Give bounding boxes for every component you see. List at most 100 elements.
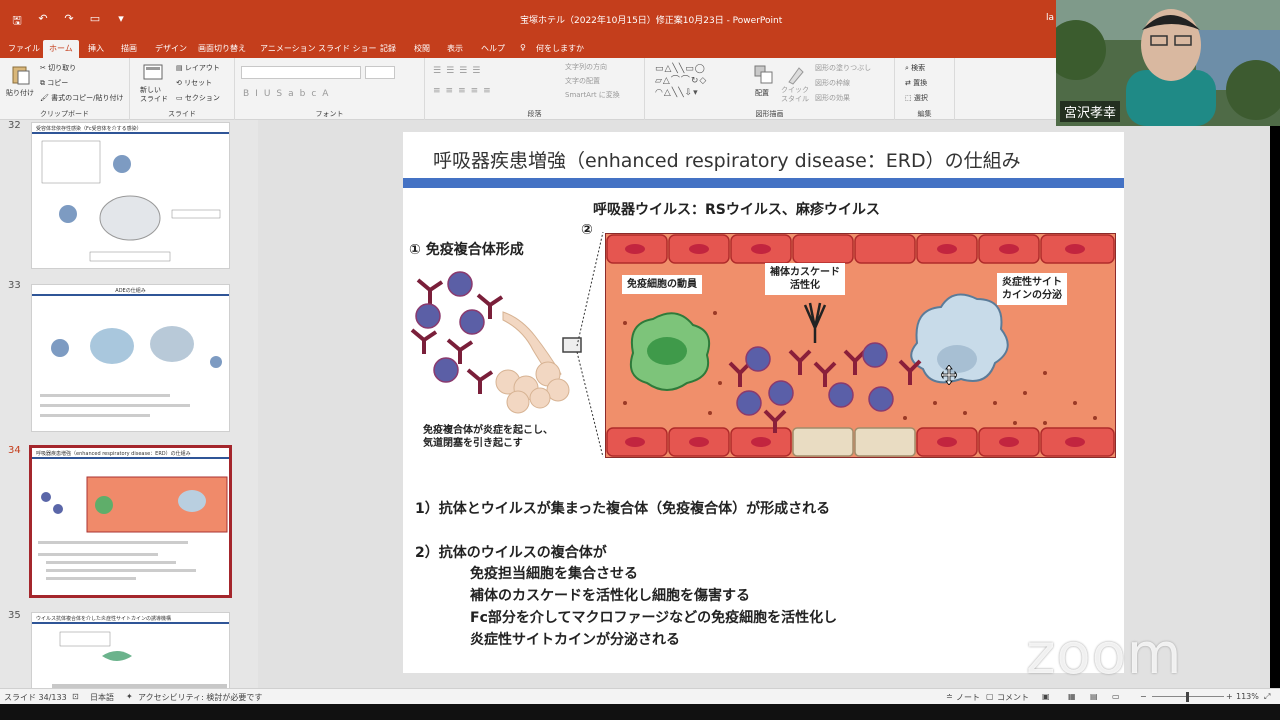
bottom-edge	[0, 704, 1280, 720]
complement-cascade-label[interactable]: 補体カスケード 活性化	[765, 263, 845, 295]
smartart-button[interactable]: SmartArt に変換	[565, 90, 620, 100]
tell-me-search[interactable]: 何をしますか	[536, 43, 584, 54]
participant-video[interactable]: 宮沢孝幸	[1056, 0, 1280, 126]
copy-button[interactable]: ⧉ コピー	[40, 78, 68, 88]
cytokine-secretion-label[interactable]: 炎症性サイト カインの分泌	[997, 273, 1067, 305]
slide-title[interactable]: 呼吸器疾患増強（enhanced respiratory disease：ERD…	[433, 146, 1021, 173]
point-2[interactable]: 2）抗体のウイルスの複合体が	[415, 542, 607, 562]
shape-outline-button[interactable]: 図形の枠線	[815, 78, 850, 88]
accessibility-status[interactable]: アクセシビリティ: 検討が必要です	[138, 692, 262, 703]
immune-cell-recruitment-label[interactable]: 免疫細胞の動員	[622, 275, 702, 294]
editing-group: ⌕ 検索 ⇄ 置換 ⬚ 選択 編集	[895, 58, 955, 120]
new-slide-button[interactable]: 新しい スライド	[140, 86, 168, 104]
arrange-button[interactable]: 配置	[755, 88, 769, 98]
notes-icon[interactable]: ≐	[946, 692, 953, 701]
tab-home[interactable]: ホーム	[43, 40, 79, 58]
slide-number: 33	[8, 280, 21, 291]
quick-styles-button[interactable]: クイック スタイル	[781, 86, 809, 104]
tab-insert[interactable]: 挿入	[88, 43, 104, 54]
point-2-line[interactable]: 免疫担当細胞を集合させる	[470, 563, 638, 583]
paste-icon[interactable]	[10, 64, 32, 86]
replace-button[interactable]: ⇄ 置換	[905, 78, 927, 88]
user-name[interactable]: la	[1046, 13, 1054, 23]
point-2-line[interactable]: 炎症性サイトカインが分泌される	[470, 629, 680, 649]
undo-icon[interactable]: ↶	[36, 12, 50, 31]
tab-record[interactable]: 記録	[380, 43, 396, 54]
cut-button[interactable]: ✂ 切り取り	[40, 63, 76, 73]
drawing-group: ▭△╲╲▭◯ ▱△⌒⌒↻◇ ◠△╲╲⇩▾ 配置 クイック スタイル 図形の塗りつぶし…	[645, 58, 895, 120]
text-direction-button[interactable]: 文字列の方向	[565, 62, 607, 72]
canvas-scrollbar[interactable]	[1260, 120, 1270, 688]
point-1[interactable]: 1）抗体とウイルスが集まった複合体（免疫複合体）が形成される	[415, 498, 830, 518]
font-size-select[interactable]	[365, 66, 395, 79]
slide: 呼吸器疾患増強（enhanced respiratory disease：ERD…	[403, 132, 1124, 673]
new-slide-icon[interactable]	[142, 62, 164, 84]
zoom-level[interactable]: 113%	[1236, 692, 1259, 701]
section1-heading[interactable]: ① 免疫複合体形成	[409, 239, 524, 259]
tab-file[interactable]: ファイル	[8, 43, 40, 54]
point-2-line[interactable]: 補体のカスケードを活性化し細胞を傷害する	[470, 585, 750, 605]
notes-button[interactable]: ノート	[956, 692, 980, 703]
thumbnail-title: ADEの仕組み	[32, 285, 229, 296]
language-indicator[interactable]: 日本語	[90, 692, 114, 703]
thumbnail-scrollbar[interactable]	[244, 120, 254, 688]
format-painter-button[interactable]: 🖌 書式のコピー/貼り付け	[40, 93, 123, 103]
find-button[interactable]: ⌕ 検索	[905, 63, 925, 73]
redo-icon[interactable]: ↷	[62, 12, 76, 31]
quick-styles-icon[interactable]	[785, 64, 807, 86]
copy-label: コピー	[47, 79, 69, 87]
thumbnail-title: ウイルス抗体複合体を介した炎症性サイトカインの誘導機構	[32, 613, 229, 624]
reading-view-icon[interactable]: ▤	[1090, 692, 1098, 701]
status-bar: スライド 34/133 ⊡ 日本語 ✦ アクセシビリティ: 検討が必要です ≐ …	[0, 688, 1280, 704]
slide-sorter-icon[interactable]: ▦	[1068, 692, 1076, 701]
arrange-icon[interactable]	[753, 64, 775, 86]
normal-view-icon[interactable]: ▣	[1042, 692, 1050, 701]
move-cursor-icon	[941, 365, 957, 385]
slides-label: スライド	[168, 110, 196, 118]
shape-fill-button[interactable]: 図形の塗りつぶし	[815, 63, 871, 73]
shapes-gallery[interactable]: ▭△╲╲▭◯ ▱△⌒⌒↻◇ ◠△╲╲⇩▾	[655, 63, 737, 105]
zoom-out-button[interactable]: −	[1140, 692, 1147, 701]
save-icon[interactable]: 🖫	[10, 12, 24, 31]
paragraph-group: ☰☰☰☰ ≡≡≡≡≡ 文字列の方向 文字の配置 SmartArt に変換 段落	[425, 58, 645, 120]
slide-thumbnail-32[interactable]: 受容体非依存性感染（Fc受容体を介する感染）	[31, 122, 230, 269]
slide-thumbnail-34[interactable]: 呼吸器疾患増強（enhanced respiratory disease：ERD…	[29, 445, 232, 598]
shape-effects-button[interactable]: 図形の効果	[815, 93, 850, 103]
tab-animations[interactable]: アニメーション	[260, 43, 316, 54]
start-slideshow-icon[interactable]: ▭	[88, 12, 102, 31]
comments-icon[interactable]: ▢	[986, 692, 994, 701]
font-family-select[interactable]	[241, 66, 361, 79]
customize-qat-icon[interactable]: ▾	[114, 12, 128, 31]
zoom-in-button[interactable]: +	[1226, 692, 1233, 701]
align-text-button[interactable]: 文字の配置	[565, 76, 600, 86]
align-buttons[interactable]: ≡≡≡≡≡	[433, 86, 496, 96]
list-buttons[interactable]: ☰☰☰☰	[433, 66, 485, 76]
tab-help[interactable]: ヘルプ	[481, 43, 505, 54]
tell-me-icon[interactable]: ♀	[520, 43, 526, 52]
tab-slideshow[interactable]: スライド ショー	[318, 43, 377, 54]
accessibility-icon[interactable]: ✦	[126, 692, 133, 701]
slideshow-view-icon[interactable]: ▭	[1112, 692, 1120, 701]
tab-design[interactable]: デザイン	[155, 43, 187, 54]
virus-heading[interactable]: 呼吸器ウイルス：RSウイルス、麻疹ウイルス	[593, 199, 880, 219]
spellcheck-icon[interactable]: ⊡	[72, 692, 79, 701]
layout-button[interactable]: ▤ レイアウト	[176, 63, 220, 73]
zoom-slider-thumb[interactable]	[1186, 692, 1189, 702]
cut-label: 切り取り	[48, 64, 77, 72]
tab-review[interactable]: 校閲	[414, 43, 430, 54]
slide-thumbnail-33[interactable]: ADEの仕組み	[31, 284, 230, 432]
paste-button[interactable]: 貼り付け	[6, 88, 34, 98]
immune-complex-caption[interactable]: 免疫複合体が炎症を起こし、 気道閉塞を引き起こす	[423, 424, 553, 450]
tab-transitions[interactable]: 画面切り替え	[198, 43, 246, 54]
select-button[interactable]: ⬚ 選択	[905, 93, 928, 103]
fit-slide-icon[interactable]: ⤢	[1264, 692, 1270, 702]
format-painter-label: 書式のコピー/貼り付け	[51, 94, 124, 102]
tab-view[interactable]: 表示	[447, 43, 463, 54]
reset-button[interactable]: ⟲ リセット	[176, 78, 212, 88]
slide-thumbnail-35[interactable]: ウイルス抗体複合体を介した炎症性サイトカインの誘導機構	[31, 612, 230, 688]
font-format-buttons[interactable]: BIUSabcA	[243, 89, 334, 99]
comments-button[interactable]: コメント	[997, 692, 1029, 703]
section-button[interactable]: ▭ セクション	[176, 93, 220, 103]
point-2-line[interactable]: Fc部分を介してマクロファージなどの免疫細胞を活性化し	[470, 607, 837, 627]
tab-draw[interactable]: 描画	[121, 43, 137, 54]
